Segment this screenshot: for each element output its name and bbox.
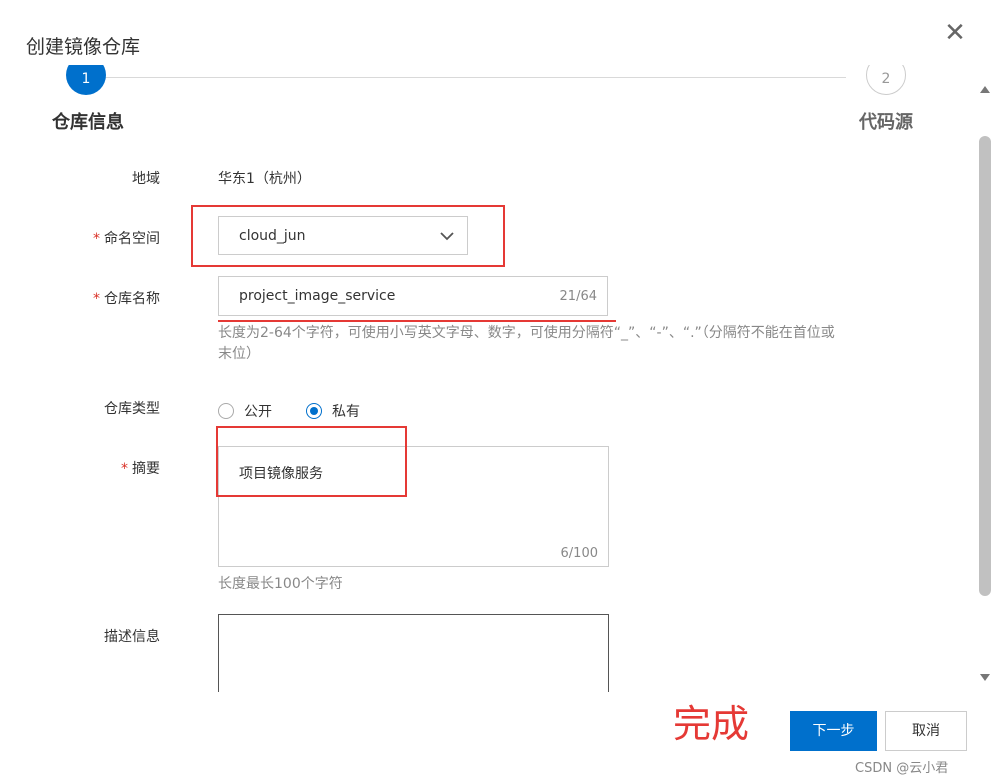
annotation-box-namespace: [191, 205, 505, 267]
radio-public[interactable]: 公开: [218, 401, 272, 421]
required-mark: *: [121, 461, 128, 477]
annotation-text: 完成: [673, 702, 750, 746]
repo-type-label: 仓库类型: [104, 401, 160, 417]
scroll-clip: [60, 55, 940, 65]
repo-name-value: project_image_service: [239, 288, 396, 304]
repo-name-help-line-1: 长度为2-64个字符，可使用小写英文字母、数字，可使用分隔符“_”、“-”、“.…: [218, 325, 835, 341]
radio-private-dot: [306, 403, 322, 419]
repo-name-label: * 仓库名称: [0, 288, 160, 308]
cancel-button[interactable]: 取消: [885, 711, 967, 751]
stepper: 1 2 仓库信息 代码源: [52, 55, 932, 140]
step-1-label: 仓库信息: [52, 112, 124, 133]
repo-name-help: 长度为2-64个字符，可使用小写英文字母、数字，可使用分隔符“_”、“-”、“.…: [218, 323, 835, 365]
repo-name-label-text: 仓库名称: [104, 291, 160, 307]
next-step-button[interactable]: 下一步: [790, 711, 877, 751]
summary-help: 长度最长100个字符: [218, 576, 343, 592]
required-mark: *: [93, 291, 100, 307]
scroll-up-icon[interactable]: [980, 86, 990, 93]
namespace-label: * 命名空间: [0, 228, 160, 248]
region-label: 地域: [132, 171, 160, 187]
repo-name-counter: 21/64: [559, 289, 597, 304]
radio-public-label: 公开: [244, 404, 272, 420]
summary-counter: 6/100: [560, 546, 598, 561]
watermark: CSDN @云小君: [855, 761, 949, 776]
description-textarea[interactable]: [218, 614, 609, 692]
radio-public-dot: [218, 403, 234, 419]
annotation-box-summary: [216, 426, 407, 497]
radio-private[interactable]: 私有: [306, 401, 360, 421]
scroll-thumb[interactable]: [979, 136, 991, 596]
close-icon[interactable]: ✕: [942, 20, 968, 46]
description-label: 描述信息: [104, 629, 160, 645]
scrollbar[interactable]: [977, 80, 993, 690]
namespace-label-text: 命名空间: [104, 231, 160, 247]
repo-name-help-line-2: 末位）: [218, 346, 260, 362]
summary-label-text: 摘要: [132, 461, 160, 477]
create-repository-dialog: 创建镜像仓库 ✕ 1 2 仓库信息 代码源 地域 华东1（杭州） * 命名空间 c…: [0, 0, 998, 782]
stepper-line: [98, 77, 846, 78]
required-mark: *: [93, 231, 100, 247]
step-2-label: 代码源: [859, 112, 913, 133]
annotation-underline-repo-name: [218, 320, 616, 322]
scroll-down-icon[interactable]: [980, 674, 990, 681]
summary-label: * 摘要: [0, 458, 160, 478]
region-value: 华东1（杭州）: [218, 171, 311, 187]
repo-name-input[interactable]: project_image_service 21/64: [218, 276, 608, 316]
radio-private-label: 私有: [332, 404, 360, 420]
